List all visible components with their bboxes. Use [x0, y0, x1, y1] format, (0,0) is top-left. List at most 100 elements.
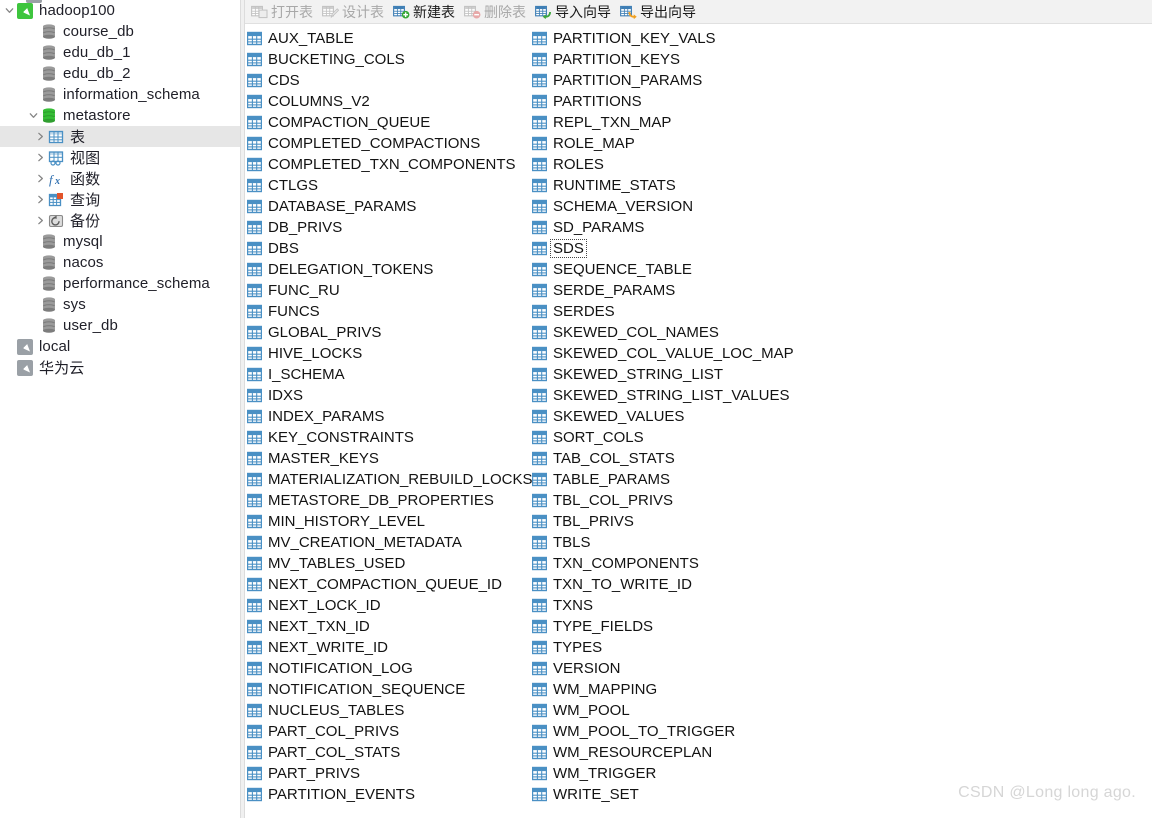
table-list-item[interactable]: WM_MAPPING [531, 679, 851, 700]
tree-item-edu_db_1[interactable]: edu_db_1 [0, 42, 240, 63]
table-list-item[interactable]: DB_PRIVS [246, 217, 531, 238]
chevron-down-icon[interactable] [2, 0, 16, 21]
table-list-item[interactable]: COMPLETED_COMPACTIONS [246, 133, 531, 154]
table-list-item[interactable]: TBL_PRIVS [531, 511, 851, 532]
table-list-item[interactable]: CTLGS [246, 175, 531, 196]
chevron-right-icon[interactable] [33, 147, 47, 168]
table-list-item[interactable]: MIN_HISTORY_LEVEL [246, 511, 531, 532]
tree-item-course_db[interactable]: course_db [0, 21, 240, 42]
tree-item-nacos[interactable]: nacos [0, 252, 240, 273]
connection-tree-sidebar[interactable]: hadoop100 course_db edu_db_1 edu_db_2 inform… [0, 0, 240, 818]
table-list-item[interactable]: FUNC_RU [246, 280, 531, 301]
table-list-item[interactable]: DBS [246, 238, 531, 259]
table-list-item[interactable]: MV_CREATION_METADATA [246, 532, 531, 553]
chevron-right-icon[interactable] [33, 168, 47, 189]
table-list-item[interactable]: TXNS [531, 595, 851, 616]
table-list-item[interactable]: REPL_TXN_MAP [531, 112, 851, 133]
table-list-item[interactable]: HIVE_LOCKS [246, 343, 531, 364]
table-list-item[interactable]: CDS [246, 70, 531, 91]
chevron-right-icon[interactable] [33, 210, 47, 231]
table-list-item[interactable]: PARTITION_KEY_VALS [531, 28, 851, 49]
table-list-item[interactable]: NEXT_COMPACTION_QUEUE_ID [246, 574, 531, 595]
tree-item-华为云[interactable]: 华为云 [0, 357, 240, 378]
table-list-item[interactable]: TXN_COMPONENTS [531, 553, 851, 574]
table-list-item[interactable]: TYPES [531, 637, 851, 658]
table-list-item[interactable]: TYPE_FIELDS [531, 616, 851, 637]
table-list-item[interactable]: PARTITION_PARAMS [531, 70, 851, 91]
tree-item-备份[interactable]: 备份 [0, 210, 240, 231]
tree-item-performance_schema[interactable]: performance_schema [0, 273, 240, 294]
table-list-item[interactable]: SERDE_PARAMS [531, 280, 851, 301]
tree-item-mysql[interactable]: mysql [0, 231, 240, 252]
table-list-item[interactable]: SCHEMA_VERSION [531, 196, 851, 217]
chevron-right-icon[interactable] [33, 189, 47, 210]
table-list-item[interactable]: SD_PARAMS [531, 217, 851, 238]
table-list-item[interactable]: NOTIFICATION_LOG [246, 658, 531, 679]
chevron-right-icon[interactable] [33, 126, 47, 147]
tree-item-表[interactable]: 表 [0, 126, 240, 147]
table-list-item[interactable]: ROLE_MAP [531, 133, 851, 154]
table-list-item[interactable]: NEXT_WRITE_ID [246, 637, 531, 658]
toolbar-button-import-wizard[interactable]: 导入向导 [533, 1, 616, 23]
table-list-item[interactable]: KEY_CONSTRAINTS [246, 427, 531, 448]
table-list-item[interactable]: WM_TRIGGER [531, 763, 851, 784]
table-list-item[interactable]: AUX_TABLE [246, 28, 531, 49]
toolbar-button-new-table[interactable]: 新建表 [391, 1, 460, 23]
table-list-item[interactable]: NOTIFICATION_SEQUENCE [246, 679, 531, 700]
table-list-item[interactable]: PART_PRIVS [246, 763, 531, 784]
table-list-item[interactable]: COLUMNS_V2 [246, 91, 531, 112]
table-list-item[interactable]: COMPLETED_TXN_COMPONENTS [246, 154, 531, 175]
table-list-item[interactable]: NUCLEUS_TABLES [246, 700, 531, 721]
table-list-item[interactable]: TXN_TO_WRITE_ID [531, 574, 851, 595]
table-list-item[interactable]: SEQUENCE_TABLE [531, 259, 851, 280]
table-list-item[interactable]: DATABASE_PARAMS [246, 196, 531, 217]
table-list-item[interactable]: SKEWED_COL_VALUE_LOC_MAP [531, 343, 851, 364]
table-list-item[interactable]: WM_POOL_TO_TRIGGER [531, 721, 851, 742]
tree-item-information_schema[interactable]: information_schema [0, 84, 240, 105]
tree-item-local[interactable]: local [0, 336, 240, 357]
table-list-item[interactable]: VERSION [531, 658, 851, 679]
table-list-item[interactable]: TBLS [531, 532, 851, 553]
table-list-item[interactable]: SERDES [531, 301, 851, 322]
table-list-item[interactable]: BUCKETING_COLS [246, 49, 531, 70]
table-list-item[interactable]: FUNCS [246, 301, 531, 322]
table-list-item[interactable]: MASTER_KEYS [246, 448, 531, 469]
tree-item-视图[interactable]: 视图 [0, 147, 240, 168]
tree-item-edu_db_2[interactable]: edu_db_2 [0, 63, 240, 84]
table-list-item[interactable]: MV_TABLES_USED [246, 553, 531, 574]
table-list-item[interactable]: TBL_COL_PRIVS [531, 490, 851, 511]
tree-item-user_db[interactable]: user_db [0, 315, 240, 336]
table-list-item[interactable]: METASTORE_DB_PROPERTIES [246, 490, 531, 511]
chevron-down-icon[interactable] [26, 105, 40, 126]
table-list-item[interactable]: TAB_COL_STATS [531, 448, 851, 469]
table-list-item[interactable]: PART_COL_STATS [246, 742, 531, 763]
tree-item-查询[interactable]: 查询 [0, 189, 240, 210]
table-list-item[interactable]: DELEGATION_TOKENS [246, 259, 531, 280]
table-list-item[interactable]: SKEWED_COL_NAMES [531, 322, 851, 343]
table-list-item[interactable]: NEXT_TXN_ID [246, 616, 531, 637]
table-list-item[interactable]: RUNTIME_STATS [531, 175, 851, 196]
table-list-item[interactable]: I_SCHEMA [246, 364, 531, 385]
tree-item-函数[interactable]: f x 函数 [0, 168, 240, 189]
tree-item-hadoop100[interactable]: hadoop100 [0, 0, 240, 21]
table-list-item[interactable]: SKEWED_VALUES [531, 406, 851, 427]
table-list-item[interactable]: WRITE_SET [531, 784, 851, 805]
table-list-item[interactable]: PARTITION_EVENTS [246, 784, 531, 805]
table-list-item[interactable]: PART_COL_PRIVS [246, 721, 531, 742]
table-list-item[interactable]: SORT_COLS [531, 427, 851, 448]
table-list-item[interactable]: PARTITION_KEYS [531, 49, 851, 70]
table-list-item[interactable]: SKEWED_STRING_LIST [531, 364, 851, 385]
table-list-item[interactable]: TABLE_PARAMS [531, 469, 851, 490]
table-list-item[interactable]: GLOBAL_PRIVS [246, 322, 531, 343]
table-list-item[interactable]: IDXS [246, 385, 531, 406]
table-list-item[interactable]: COMPACTION_QUEUE [246, 112, 531, 133]
tree-item-metastore[interactable]: metastore [0, 105, 240, 126]
table-list-item[interactable]: SKEWED_STRING_LIST_VALUES [531, 385, 851, 406]
table-list-area[interactable]: AUX_TABLE BUCKETING_COLS CDS COLUMNS_V2 COMP… [245, 24, 1152, 818]
table-list-item[interactable]: SDS [531, 238, 851, 259]
table-list-item[interactable]: WM_RESOURCEPLAN [531, 742, 851, 763]
toolbar-button-export-wizard[interactable]: 导出向导 [618, 1, 701, 23]
tree-item-sys[interactable]: sys [0, 294, 240, 315]
table-list-item[interactable]: ROLES [531, 154, 851, 175]
table-list-item[interactable]: WM_POOL [531, 700, 851, 721]
